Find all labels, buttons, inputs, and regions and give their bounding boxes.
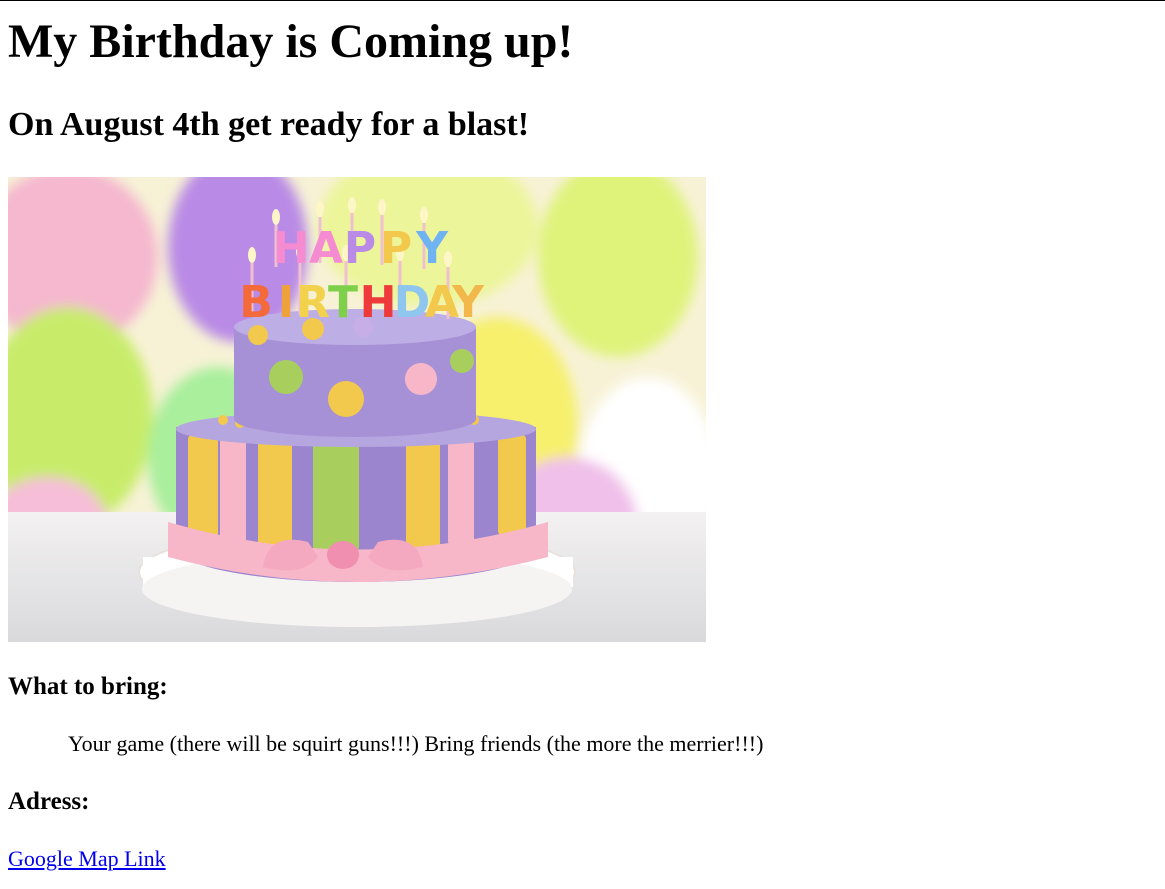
page: My Birthday is Coming up! On August 4th …	[0, 16, 1165, 873]
cake-letter: A	[309, 223, 343, 274]
page-subtitle: On August 4th get ready for a blast!	[8, 106, 530, 143]
cake-letter: R	[296, 277, 330, 328]
page-title: My Birthday is Coming up!	[8, 15, 574, 68]
cake-letter: Y	[451, 277, 485, 328]
cake-letter: B	[239, 277, 273, 328]
cake-letter: Y	[415, 223, 449, 274]
cake-letter: I	[278, 277, 294, 328]
google-map-link[interactable]: Google Map Link	[8, 845, 166, 873]
cake-letter: H	[273, 223, 310, 274]
cake-letter: H	[360, 277, 397, 328]
birthday-cake-image: H A P P Y B I R T H D A Y	[8, 177, 706, 642]
cake-letter: P	[344, 223, 376, 274]
bring-heading: What to bring:	[8, 673, 168, 700]
cake-letter: P	[380, 223, 412, 274]
cake-letter: T	[328, 277, 358, 328]
address-heading: Adress:	[8, 788, 90, 815]
bring-text: Your game (there will be squirt guns!!!)…	[68, 731, 764, 756]
